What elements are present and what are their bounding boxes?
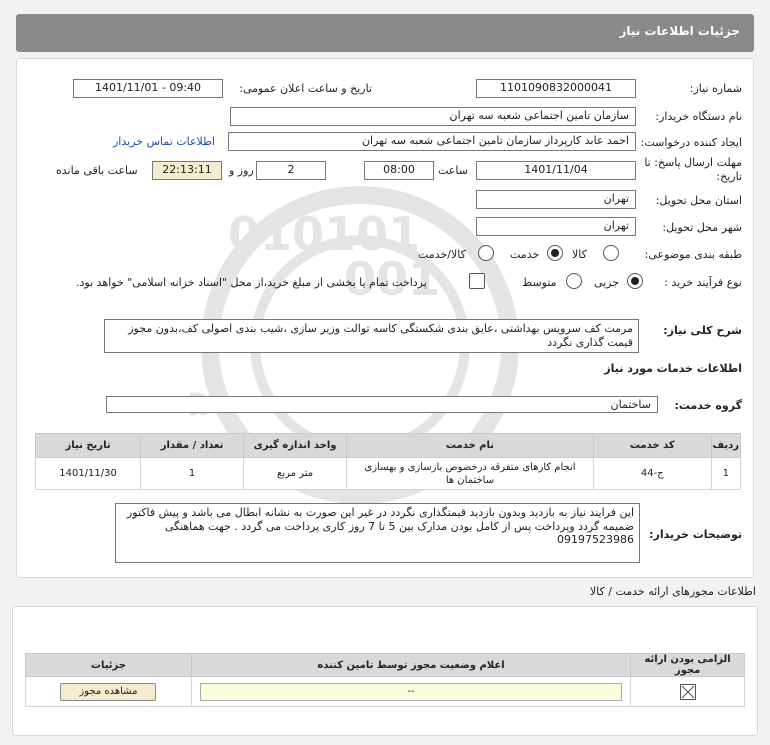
required-checkbox-icon — [679, 683, 696, 700]
city-label: شهر محل تحویل: — [662, 221, 742, 234]
col-required: الزامی بودن ارائه مجوز — [630, 653, 745, 677]
status-cell: -- — [190, 676, 632, 707]
col-qty: تعداد / مقدار — [140, 433, 245, 458]
creator-label: ایجاد کننده درخواست: — [640, 136, 742, 149]
col-name: نام خدمت — [346, 433, 594, 458]
process-radio-minor[interactable] — [627, 273, 643, 289]
page-title: جزئیات اطلاعات نیاز — [619, 24, 740, 38]
province-label: استان محل تحویل: — [655, 194, 742, 207]
city-field: تهران — [476, 217, 636, 236]
cell-qty: 1 — [140, 457, 245, 490]
col-status: اعلام وضعیت مجوز توسط تامین کننده — [190, 653, 632, 677]
services-table: ردیف کد خدمت نام خدمت واحد اندازه گیری ت… — [34, 433, 742, 490]
description-label: شرح کلی نیاز: — [663, 324, 742, 337]
category-radio-goods[interactable] — [603, 245, 619, 261]
col-index: ردیف — [710, 433, 742, 458]
process-radio-medium[interactable] — [566, 273, 582, 289]
buyer-notes-field: این فرایند نیاز به بازدید وبدون بازدید ق… — [115, 503, 640, 563]
category-option-goods-service: کالا/خدمت — [418, 248, 466, 261]
category-label: طبقه بندی موضوعی: — [644, 248, 742, 261]
need-number-label: شماره نیاز: — [689, 82, 742, 95]
page-header: جزئیات اطلاعات نیاز — [16, 14, 754, 52]
services-header-row: ردیف کد خدمت نام خدمت واحد اندازه گیری ت… — [34, 433, 742, 458]
service-group-field: ساختمان — [106, 396, 658, 413]
announce-field: 1401/11/01 - 09:40 — [73, 79, 223, 98]
deadline-label: مهلت ارسال پاسخ: تا تاریخ: — [644, 156, 742, 183]
details-cell: مشاهده مجوز — [25, 676, 192, 707]
required-cell — [630, 676, 745, 707]
creator-field: احمد عابد کارپرداز سازمان تامین اجتماعی … — [228, 132, 636, 151]
buyer-org-label: نام دستگاه خریدار: — [655, 110, 742, 123]
treasury-payment-note: پرداخت تمام یا بخشی از مبلغ خرید،از محل … — [76, 276, 427, 289]
cell-date: 1401/11/30 — [34, 457, 142, 490]
province-field: تهران — [476, 190, 636, 209]
licenses-table: الزامی بودن ارائه مجوز اعلام وضعیت مجوز … — [25, 653, 745, 707]
table-row: 1 ج-44 انجام کارهای متفرقه درخصوص بازساز… — [34, 457, 742, 490]
licenses-section-title: اطلاعات مجوزهای ارائه خدمت / کالا — [589, 585, 756, 598]
buyer-notes-label: توضیحات خریدار: — [649, 528, 742, 541]
licenses-header-row: الزامی بودن ارائه مجوز اعلام وضعیت مجوز … — [25, 653, 745, 677]
days-label: روز و — [229, 164, 254, 177]
deadline-time-field: 08:00 — [364, 161, 434, 180]
remaining-time-label: ساعت باقی مانده — [56, 164, 138, 177]
cell-code: ج-44 — [592, 457, 712, 490]
cell-index: 1 — [710, 457, 742, 490]
cell-unit: متر مربع — [243, 457, 348, 490]
description-field: مرمت کف سرویس بهداشتی ،عایق بندی شکستگی … — [104, 319, 639, 353]
process-label: نوع فرآیند خرید : — [664, 276, 742, 289]
table-row: -- مشاهده مجوز — [25, 676, 745, 707]
buyer-org-field: سازمان تامین اجتماعی شعبه سه تهران — [230, 107, 636, 126]
category-option-service: خدمت — [510, 248, 540, 261]
remaining-time-field: 22:13:11 — [152, 161, 222, 180]
process-option-minor: جزیی — [594, 276, 620, 289]
category-radio-service[interactable] — [547, 245, 563, 261]
col-code: کد خدمت — [592, 433, 712, 458]
col-unit: واحد اندازه گیری — [243, 433, 348, 458]
status-field: -- — [199, 682, 623, 701]
deadline-time-label: ساعت — [438, 164, 468, 177]
announce-label: تاریخ و ساعت اعلان عمومی: — [239, 82, 372, 95]
deadline-date-field: 1401/11/04 — [476, 161, 636, 180]
view-license-button[interactable]: مشاهده مجوز — [60, 682, 157, 701]
col-details: جزئیات — [25, 653, 192, 677]
col-date: تاریخ نیاز — [34, 433, 142, 458]
service-group-label: گروه خدمت: — [674, 399, 742, 412]
buyer-contact-link[interactable]: اطلاعات تماس خریدار — [113, 135, 215, 148]
process-option-medium: متوسط — [522, 276, 557, 289]
days-remaining-field: 2 — [256, 161, 326, 180]
category-radio-goods-service[interactable] — [478, 245, 494, 261]
services-section-title: اطلاعات خدمات مورد نیاز — [604, 362, 742, 375]
category-option-goods: کالا — [572, 248, 587, 261]
treasury-payment-checkbox[interactable] — [469, 273, 485, 289]
need-number-field: 1101090832000041 — [476, 79, 636, 98]
cell-name: انجام کارهای متفرقه درخصوص بازسازی و بهس… — [346, 457, 594, 490]
